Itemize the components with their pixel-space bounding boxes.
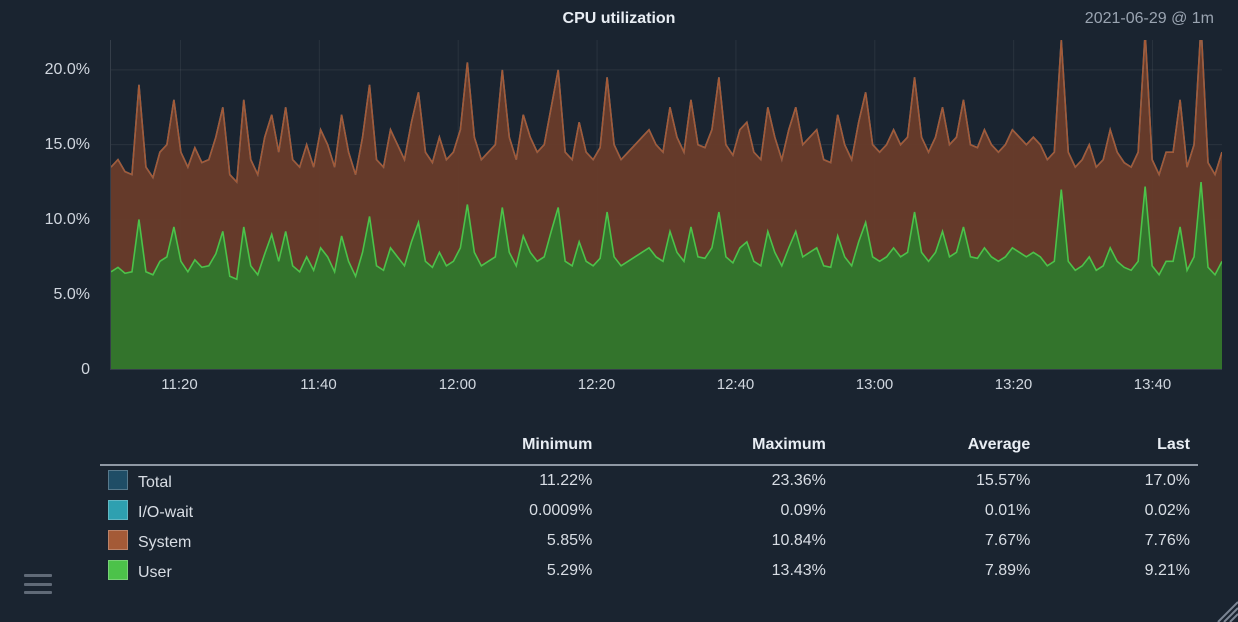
stat-min: 5.85% bbox=[376, 526, 600, 556]
stat-last: 9.21% bbox=[1038, 556, 1198, 586]
stat-min: 11.22% bbox=[376, 465, 600, 496]
stat-last: 7.76% bbox=[1038, 526, 1198, 556]
stat-last: 17.0% bbox=[1038, 465, 1198, 496]
col-last[interactable]: Last bbox=[1038, 430, 1198, 465]
stat-avg: 0.01% bbox=[834, 496, 1038, 526]
stat-avg: 7.89% bbox=[834, 556, 1038, 586]
plot-area[interactable] bbox=[110, 40, 1222, 370]
stat-max: 23.36% bbox=[600, 465, 834, 496]
col-minimum[interactable]: Minimum bbox=[376, 430, 600, 465]
table-row[interactable]: User 5.29%13.43%7.89%9.21% bbox=[100, 556, 1198, 586]
stat-min: 0.0009% bbox=[376, 496, 600, 526]
time-range-label: 2021-06-29 @ 1m bbox=[1085, 10, 1214, 28]
series-label: User bbox=[138, 564, 172, 581]
col-maximum[interactable]: Maximum bbox=[600, 430, 834, 465]
col-average[interactable]: Average bbox=[834, 430, 1038, 465]
color-swatch-icon bbox=[108, 470, 128, 490]
series-label: I/O-wait bbox=[138, 504, 193, 521]
stat-avg: 15.57% bbox=[834, 465, 1038, 496]
series-label-cell[interactable]: Total bbox=[100, 465, 376, 496]
legend-table: MinimumMaximumAverageLast Total 11.22%23.… bbox=[100, 430, 1198, 586]
panel: CPU utilization 2021-06-29 @ 1m 0 5.0% 10.… bbox=[0, 0, 1238, 622]
color-swatch-icon bbox=[108, 500, 128, 520]
table-row[interactable]: I/O-wait 0.0009%0.09%0.01%0.02% bbox=[100, 496, 1198, 526]
x-tick-label: 13:40 bbox=[1134, 376, 1172, 393]
color-swatch-icon bbox=[108, 530, 128, 550]
series-label-cell[interactable]: System bbox=[100, 526, 376, 556]
table-header-row: MinimumMaximumAverageLast bbox=[100, 430, 1198, 465]
resize-grip-icon[interactable] bbox=[1212, 596, 1238, 622]
table-body: Total 11.22%23.36%15.57%17.0% I/O-wait 0.00… bbox=[100, 465, 1198, 586]
table-row[interactable]: Total 11.22%23.36%15.57%17.0% bbox=[100, 465, 1198, 496]
series-label-cell[interactable]: User bbox=[100, 556, 376, 586]
series-label: Total bbox=[138, 474, 172, 491]
stat-max: 13.43% bbox=[600, 556, 834, 586]
stat-avg: 7.67% bbox=[834, 526, 1038, 556]
stat-last: 0.02% bbox=[1038, 496, 1198, 526]
x-tick-label: 12:20 bbox=[578, 376, 616, 393]
panel-title: CPU utilization bbox=[0, 10, 1238, 28]
y-tick-label: 10.0% bbox=[45, 211, 90, 229]
x-axis: 11:20 11:40 12:00 12:20 12:40 13:00 13:20 13:40 bbox=[110, 370, 1222, 400]
stat-max: 0.09% bbox=[600, 496, 834, 526]
y-tick-label: 20.0% bbox=[45, 61, 90, 79]
series-label: System bbox=[138, 534, 191, 551]
y-tick-label: 5.0% bbox=[54, 286, 90, 304]
y-tick-label: 15.0% bbox=[45, 136, 90, 154]
x-tick-label: 11:40 bbox=[300, 376, 336, 393]
x-tick-label: 13:00 bbox=[856, 376, 894, 393]
y-axis: 05.0%10.0%15.0%20.0% bbox=[0, 40, 100, 370]
x-tick-label: 12:00 bbox=[439, 376, 477, 393]
color-swatch-icon bbox=[108, 560, 128, 580]
table-row[interactable]: System 5.85%10.84%7.67%7.76% bbox=[100, 526, 1198, 556]
x-tick-label: 11:20 bbox=[161, 376, 197, 393]
stat-max: 10.84% bbox=[600, 526, 834, 556]
col-series[interactable] bbox=[100, 430, 376, 465]
series-label-cell[interactable]: I/O-wait bbox=[100, 496, 376, 526]
x-tick-label: 13:20 bbox=[995, 376, 1033, 393]
chart: 0 5.0% 10.0% 15.0% 20.0% 11:20 11:40 12:00 12:2… bbox=[0, 40, 1226, 400]
hamburger-icon[interactable] bbox=[24, 574, 52, 594]
stat-min: 5.29% bbox=[376, 556, 600, 586]
y-tick-label: 0 bbox=[81, 361, 90, 379]
x-tick-label: 12:40 bbox=[717, 376, 755, 393]
